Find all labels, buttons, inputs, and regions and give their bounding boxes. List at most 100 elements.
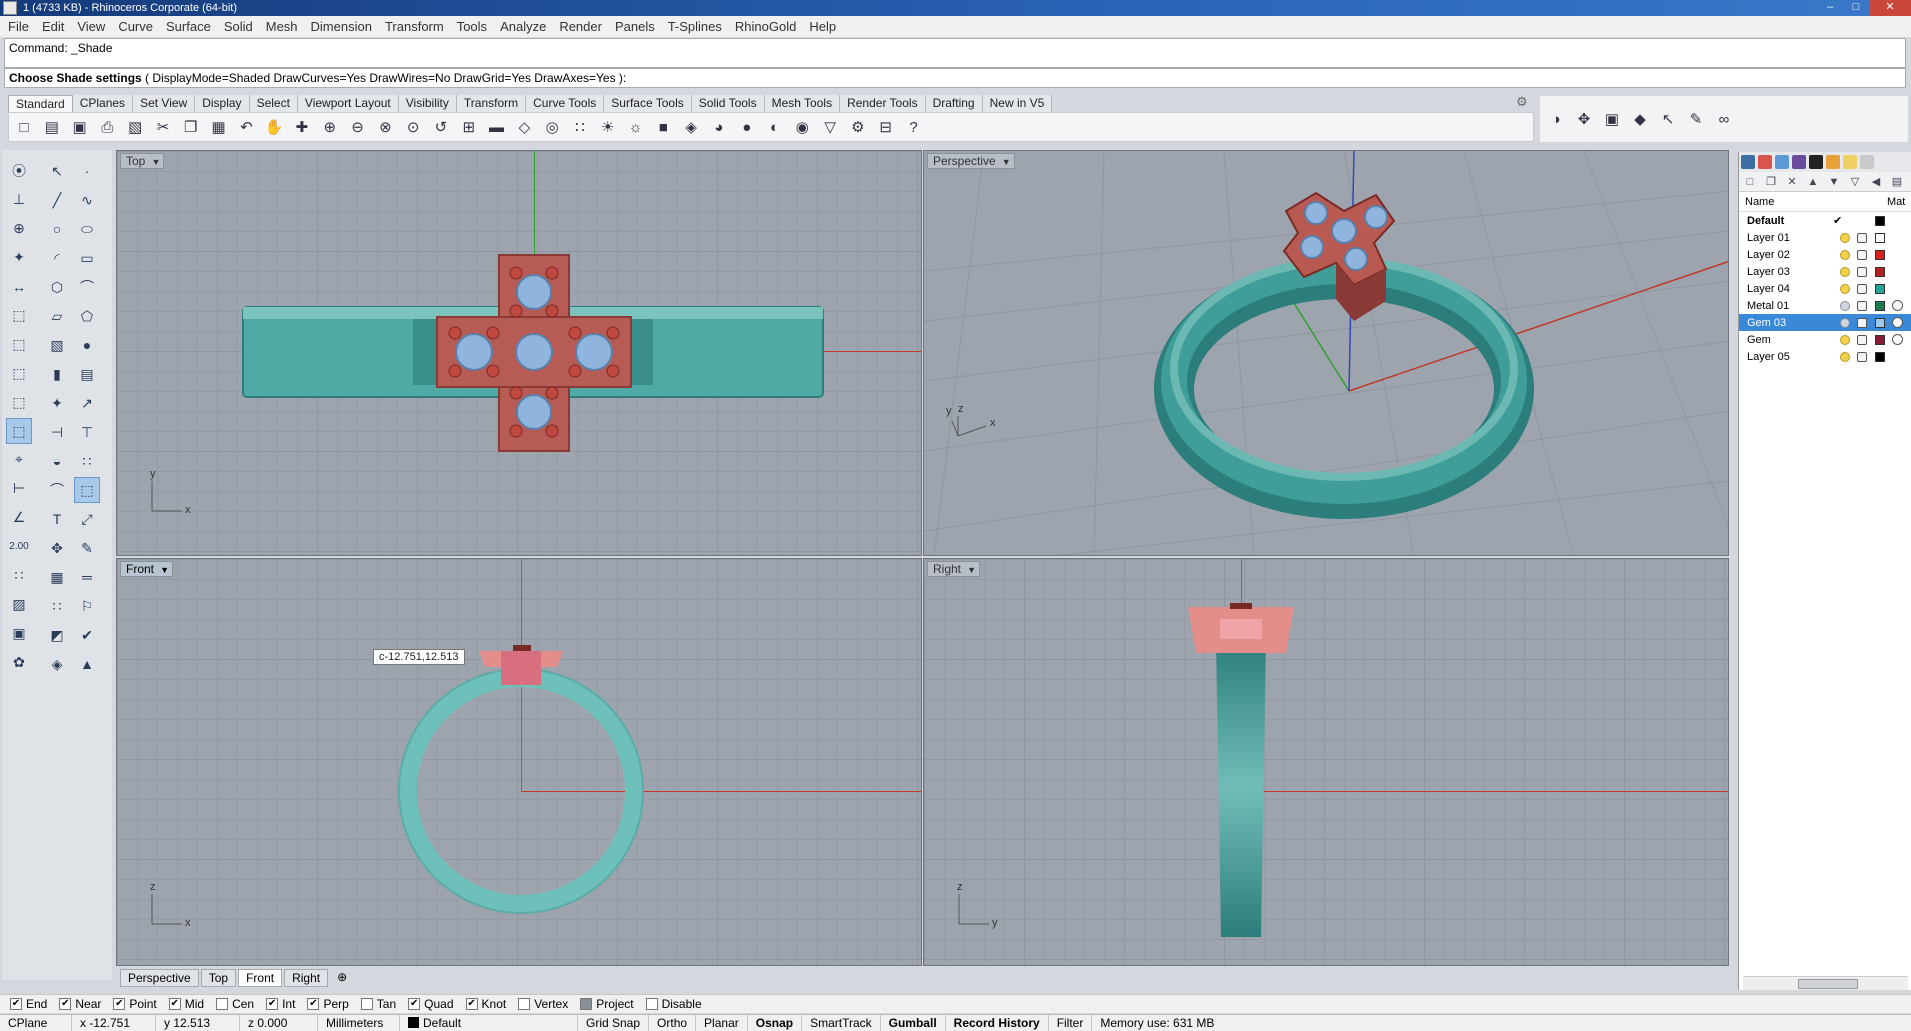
tab-curve-tools[interactable]: Curve Tools bbox=[526, 95, 605, 112]
circle-icon[interactable]: ○ bbox=[44, 216, 70, 242]
four-viewports-icon[interactable]: ⊞ bbox=[457, 115, 481, 139]
material-icon[interactable] bbox=[1892, 334, 1903, 345]
boolean-icon[interactable]: ◒ bbox=[44, 448, 70, 474]
box-tool-selected-icon[interactable]: ⬚ bbox=[6, 418, 32, 445]
tab-display[interactable]: Display bbox=[195, 95, 250, 112]
layer-row-gem[interactable]: Gem bbox=[1739, 331, 1911, 348]
layers-tab-icon[interactable] bbox=[1758, 155, 1772, 169]
sphere-rendered-icon[interactable]: ◐ bbox=[763, 115, 787, 139]
array-icon[interactable]: ∷ bbox=[44, 593, 70, 619]
layer-color-swatch[interactable] bbox=[1875, 317, 1885, 328]
menu-edit[interactable]: Edit bbox=[42, 19, 64, 34]
tab-cplanes[interactable]: CPlanes bbox=[72, 95, 134, 112]
help-icon[interactable]: ? bbox=[902, 115, 926, 139]
osnap-near-checkbox[interactable]: ✔ bbox=[59, 998, 72, 1010]
dim-tool-icon[interactable]: ⊣ bbox=[44, 419, 70, 445]
grid-tool-icon[interactable]: ⊟ bbox=[874, 115, 898, 139]
visibility-bulb-icon[interactable] bbox=[1840, 249, 1850, 260]
layer-row-metal-01[interactable]: Metal 01 bbox=[1739, 297, 1911, 314]
open-icon[interactable]: ▤ bbox=[40, 115, 64, 139]
value-box[interactable]: 2.00 bbox=[6, 534, 32, 560]
edit-pts-icon[interactable]: ✎ bbox=[74, 535, 100, 561]
osnap-tan-checkbox[interactable] bbox=[360, 998, 373, 1010]
viewport-top[interactable]: y x Top ▼ bbox=[116, 150, 922, 556]
osnap-point[interactable]: ✔ Point bbox=[113, 997, 157, 1011]
layer-color-swatch[interactable] bbox=[1875, 283, 1885, 294]
osnap-knot[interactable]: ✔ Knot bbox=[465, 997, 506, 1011]
box-edit-icon[interactable]: ◇ bbox=[512, 115, 536, 139]
lock-icon[interactable] bbox=[1857, 300, 1867, 311]
viewport-tab-front[interactable]: Front bbox=[238, 969, 283, 987]
zoom-dynamic-icon[interactable]: ⊕ bbox=[318, 115, 342, 139]
cut-icon[interactable]: ✂ bbox=[151, 115, 175, 139]
frame-icon[interactable]: ▣ bbox=[6, 620, 32, 646]
visibility-bulb-icon[interactable] bbox=[1840, 300, 1850, 311]
text-icon[interactable]: T bbox=[44, 506, 70, 532]
zoom-selected-icon[interactable]: ⊙ bbox=[401, 115, 425, 139]
zoom-extents-icon[interactable]: ⊗ bbox=[373, 115, 397, 139]
filter-icon[interactable]: ▽ bbox=[1848, 175, 1862, 189]
light-off-icon[interactable]: ☼ bbox=[624, 115, 648, 139]
osnap-perp[interactable]: ✔ Perp bbox=[307, 997, 349, 1011]
chevron-down-icon[interactable]: ▼ bbox=[160, 563, 169, 577]
layer-row-layer-02[interactable]: Layer 02 bbox=[1739, 246, 1911, 263]
rectangle-icon[interactable]: ▭ bbox=[74, 245, 100, 271]
status-layer[interactable]: Default bbox=[400, 1014, 578, 1031]
help-tab-icon[interactable] bbox=[1792, 155, 1806, 169]
transform-icon[interactable]: ✥ bbox=[44, 535, 70, 561]
select-points-icon[interactable]: ∷ bbox=[568, 115, 592, 139]
viewport-right[interactable]: z y Right ▼ bbox=[923, 558, 1729, 966]
solid-edit-icon[interactable]: ▦ bbox=[44, 564, 70, 590]
osnap-end[interactable]: ✔ End bbox=[10, 997, 47, 1011]
status-cplane[interactable]: CPlane bbox=[0, 1014, 72, 1031]
import-icon[interactable]: ▧ bbox=[123, 115, 147, 139]
osnap-knot-checkbox[interactable]: ✔ bbox=[465, 998, 478, 1010]
osnap-cen-checkbox[interactable] bbox=[216, 998, 229, 1010]
viewport-title-front[interactable]: Front ▼ bbox=[120, 561, 174, 577]
osnap-int[interactable]: ✔ Int bbox=[266, 997, 295, 1011]
edit-tool-icon[interactable]: ✎ bbox=[1684, 107, 1708, 131]
chevron-down-icon[interactable]: ▼ bbox=[151, 155, 160, 169]
hatch-icon[interactable]: ▨ bbox=[6, 591, 32, 617]
previous-icon[interactable]: ◀ bbox=[1869, 175, 1883, 189]
viewport-title-right[interactable]: Right ▼ bbox=[927, 561, 981, 577]
cylinder-icon[interactable]: ▮ bbox=[44, 361, 70, 387]
osnap-end-checkbox[interactable]: ✔ bbox=[10, 998, 22, 1010]
command-prompt-options[interactable]: ( DisplayMode=Shaded DrawCurves=Yes Draw… bbox=[142, 71, 626, 85]
viewport-title-top[interactable]: Top ▼ bbox=[120, 153, 165, 169]
cone-icon[interactable]: ▲ bbox=[74, 651, 100, 677]
layer-color-swatch[interactable] bbox=[1875, 232, 1885, 243]
pan-icon[interactable]: ✋ bbox=[262, 115, 286, 139]
gumball-icon[interactable]: ✦ bbox=[6, 245, 32, 271]
tab-render-tools[interactable]: Render Tools bbox=[840, 95, 926, 112]
box-tool-2-icon[interactable]: ⬚ bbox=[6, 331, 32, 357]
new-layer-icon[interactable]: □ bbox=[1743, 175, 1757, 189]
filter-icon[interactable]: ▽ bbox=[818, 115, 842, 139]
new-sublayer-icon[interactable]: ❐ bbox=[1764, 175, 1778, 189]
visibility-bulb-icon[interactable] bbox=[1840, 266, 1850, 277]
viewport-tab-right[interactable]: Right bbox=[284, 969, 329, 987]
paste-icon[interactable]: ▦ bbox=[207, 115, 231, 139]
check-icon[interactable]: ✔ bbox=[74, 622, 100, 648]
record-history-toggle[interactable]: Record History bbox=[946, 1014, 1049, 1031]
menu-dimension[interactable]: Dimension bbox=[311, 19, 372, 34]
lights-tab-icon[interactable] bbox=[1843, 155, 1857, 169]
value-box-icon[interactable]: ∷ bbox=[6, 562, 32, 588]
scroll-thumb[interactable] bbox=[1798, 979, 1858, 989]
materials-tab-icon[interactable] bbox=[1826, 155, 1840, 169]
lock-icon[interactable] bbox=[1857, 334, 1867, 345]
osnap-icon[interactable]: ◎ bbox=[540, 115, 564, 139]
layer-icon[interactable]: ◈ bbox=[679, 115, 703, 139]
menu-help[interactable]: Help bbox=[809, 19, 836, 34]
osnap-near[interactable]: ✔ Near bbox=[59, 997, 101, 1011]
save-small-icon[interactable]: ▣ bbox=[1600, 107, 1624, 131]
tab-drafting[interactable]: Drafting bbox=[925, 95, 983, 112]
visibility-bulb-icon[interactable] bbox=[1840, 334, 1850, 345]
lock-icon[interactable] bbox=[1857, 351, 1867, 362]
visibility-bulb-icon[interactable] bbox=[1840, 351, 1850, 362]
ortho-tool-icon[interactable]: ⊢ bbox=[6, 476, 32, 502]
menu-transform[interactable]: Transform bbox=[385, 19, 444, 34]
menu-rhinogold[interactable]: RhinoGold bbox=[735, 19, 796, 34]
osnap-mid[interactable]: ✔ Mid bbox=[168, 997, 204, 1011]
lock-icon[interactable] bbox=[1857, 266, 1867, 277]
